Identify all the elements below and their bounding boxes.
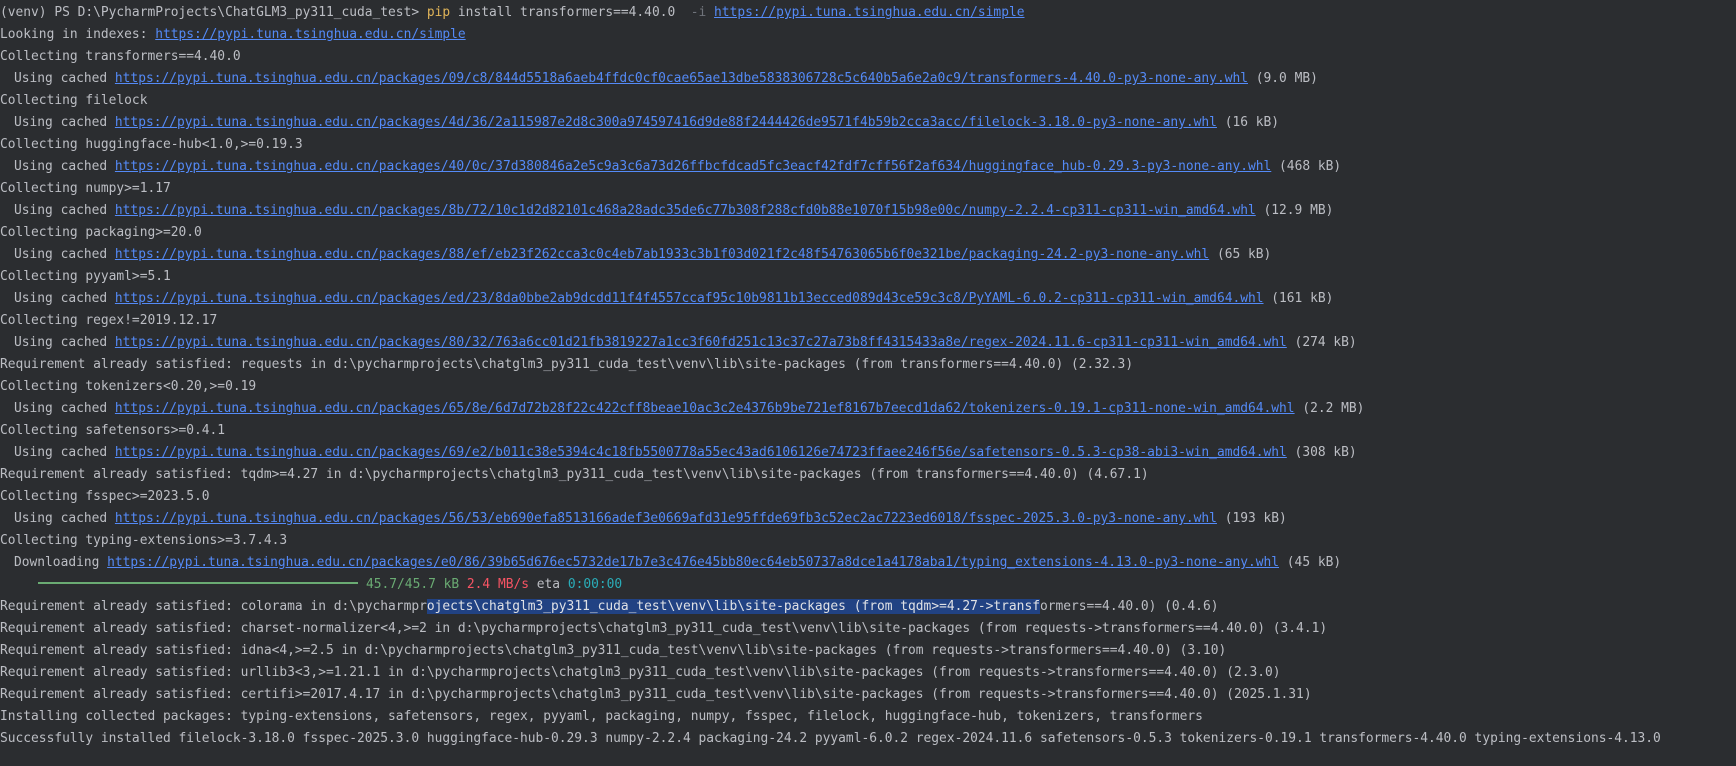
cached-line: Using cached https://pypi.tuna.tsinghua.… (0, 244, 1736, 266)
package-url-link[interactable]: https://pypi.tuna.tsinghua.edu.cn/packag… (115, 159, 1271, 174)
package-size: (12.9 MB) (1255, 203, 1334, 218)
package-size: (193 kB) (1216, 511, 1287, 526)
package-size: (16 kB) (1216, 115, 1280, 130)
collecting-line: Collecting safetensors>=0.4.1 (0, 423, 226, 438)
package-url-link[interactable]: https://pypi.tuna.tsinghua.edu.cn/packag… (115, 511, 1217, 526)
package-url-link[interactable]: https://pypi.tuna.tsinghua.edu.cn/packag… (115, 335, 1287, 350)
success-line: Successfully installed filelock-3.18.0 f… (0, 731, 1661, 746)
prompt: (venv) PS D:\PycharmProjects\ChatGLM3_py… (0, 5, 427, 20)
installing-line: Installing collected packages: typing-ex… (0, 709, 1203, 724)
cached-label: Using cached (14, 247, 115, 262)
requirement-line: Requirement already satisfied: certifi>=… (0, 687, 1312, 702)
progress-eta: 0:00:00 (567, 577, 623, 592)
colorama-text-start: Requirement already satisfied: colorama … (0, 599, 427, 614)
package-url-link[interactable]: https://pypi.tuna.tsinghua.edu.cn/packag… (115, 203, 1256, 218)
collecting-line: Collecting huggingface-hub<1.0,>=0.19.3 (0, 137, 303, 152)
cached-label: Using cached (14, 159, 115, 174)
command-space (706, 5, 714, 20)
package-url-link[interactable]: https://pypi.tuna.tsinghua.edu.cn/packag… (115, 401, 1295, 416)
colorama-text-end: ormers==4.40.0) (0.4.6) (1039, 599, 1219, 614)
package-size: (2.2 MB) (1294, 401, 1365, 416)
command-pip: pip (426, 5, 451, 20)
command-flag: -i (690, 5, 707, 20)
package-url-link[interactable]: https://pypi.tuna.tsinghua.edu.cn/packag… (115, 71, 1248, 86)
package-url-link[interactable]: https://pypi.tuna.tsinghua.edu.cn/packag… (115, 291, 1264, 306)
cached-line: Using cached https://pypi.tuna.tsinghua.… (0, 442, 1736, 464)
cached-line: Using cached https://pypi.tuna.tsinghua.… (0, 112, 1736, 134)
progress-rate: 2.4 MB/s (459, 577, 529, 592)
cached-label: Using cached (14, 115, 115, 130)
cached-label: Using cached (14, 71, 115, 86)
package-size: (274 kB) (1286, 335, 1357, 350)
package-size: (65 kB) (1209, 247, 1272, 262)
selected-text: ojects\chatglm3_py311_cuda_test\venv\lib… (426, 599, 1040, 614)
package-url-link[interactable]: https://pypi.tuna.tsinghua.edu.cn/packag… (107, 555, 1279, 570)
package-size: (161 kB) (1263, 291, 1334, 306)
progress-bar (38, 581, 358, 584)
indexes-line: Looking in indexes: https://pypi.tuna.ts… (0, 24, 1736, 46)
collecting-line: Collecting pyyaml>=5.1 (0, 269, 171, 284)
requirement-line: Requirement already satisfied: tqdm>=4.2… (0, 467, 1149, 482)
cached-label: Using cached (14, 445, 115, 460)
collecting-line: Collecting fsspec>=2023.5.0 (0, 489, 210, 504)
cached-line: Using cached https://pypi.tuna.tsinghua.… (0, 288, 1736, 310)
package-url-link[interactable]: https://pypi.tuna.tsinghua.edu.cn/packag… (115, 445, 1287, 460)
progress-size: 45.7/45.7 kB (366, 577, 460, 592)
cached-line: Using cached https://pypi.tuna.tsinghua.… (0, 332, 1736, 354)
progress-eta-label: eta (529, 577, 568, 592)
collecting-line: Collecting typing-extensions>=3.7.4.3 (0, 533, 288, 548)
cached-label: Using cached (14, 401, 115, 416)
command-line: (venv) PS D:\PycharmProjects\ChatGLM3_py… (0, 2, 1736, 24)
cached-label: Using cached (14, 291, 115, 306)
requirement-line: Requirement already satisfied: idna<4,>=… (0, 643, 1227, 658)
terminal-output[interactable]: (venv) PS D:\PycharmProjects\ChatGLM3_py… (0, 0, 1736, 750)
collecting-line: Collecting transformers==4.40.0 (0, 49, 241, 64)
cached-label: Using cached (14, 511, 115, 526)
package-size: (308 kB) (1286, 445, 1357, 460)
cached-line: Using cached https://pypi.tuna.tsinghua.… (0, 200, 1736, 222)
package-size: (9.0 MB) (1248, 71, 1318, 86)
command-url-link[interactable]: https://pypi.tuna.tsinghua.edu.cn/simple (714, 5, 1024, 20)
collecting-line: Collecting tokenizers<0.20,>=0.19 (0, 379, 257, 394)
command-args: install transformers==4.40.0 (450, 5, 691, 20)
downloading-label: Downloading (14, 555, 108, 570)
cached-line: Using cached https://pypi.tuna.tsinghua.… (0, 508, 1736, 530)
progress-line: 45.7/45.7 kB 2.4 MB/s eta 0:00:00 (0, 574, 1736, 596)
indexes-url-link[interactable]: https://pypi.tuna.tsinghua.edu.cn/simple (155, 27, 465, 42)
collecting-line: Collecting packaging>=20.0 (0, 225, 202, 240)
collecting-line: Collecting regex!=2019.12.17 (0, 313, 218, 328)
requirement-line: Requirement already satisfied: colorama … (0, 596, 1736, 618)
collecting-line: Collecting filelock (0, 93, 148, 108)
downloading-line: Downloading https://pypi.tuna.tsinghua.e… (0, 552, 1736, 574)
cached-line: Using cached https://pypi.tuna.tsinghua.… (0, 68, 1736, 90)
package-url-link[interactable]: https://pypi.tuna.tsinghua.edu.cn/packag… (115, 247, 1209, 262)
requirement-line: Requirement already satisfied: charset-n… (0, 621, 1328, 636)
cached-label: Using cached (14, 335, 115, 350)
collecting-line: Collecting numpy>=1.17 (0, 181, 171, 196)
package-size: (45 kB) (1279, 555, 1342, 570)
requirement-line: Requirement already satisfied: requests … (0, 357, 1134, 372)
cached-label: Using cached (14, 203, 115, 218)
requirement-line: Requirement already satisfied: urllib3<3… (0, 665, 1281, 680)
package-size: (468 kB) (1271, 159, 1342, 174)
cached-line: Using cached https://pypi.tuna.tsinghua.… (0, 398, 1736, 420)
package-url-link[interactable]: https://pypi.tuna.tsinghua.edu.cn/packag… (115, 115, 1217, 130)
cached-line: Using cached https://pypi.tuna.tsinghua.… (0, 156, 1736, 178)
indexes-label: Looking in indexes: (0, 27, 156, 42)
